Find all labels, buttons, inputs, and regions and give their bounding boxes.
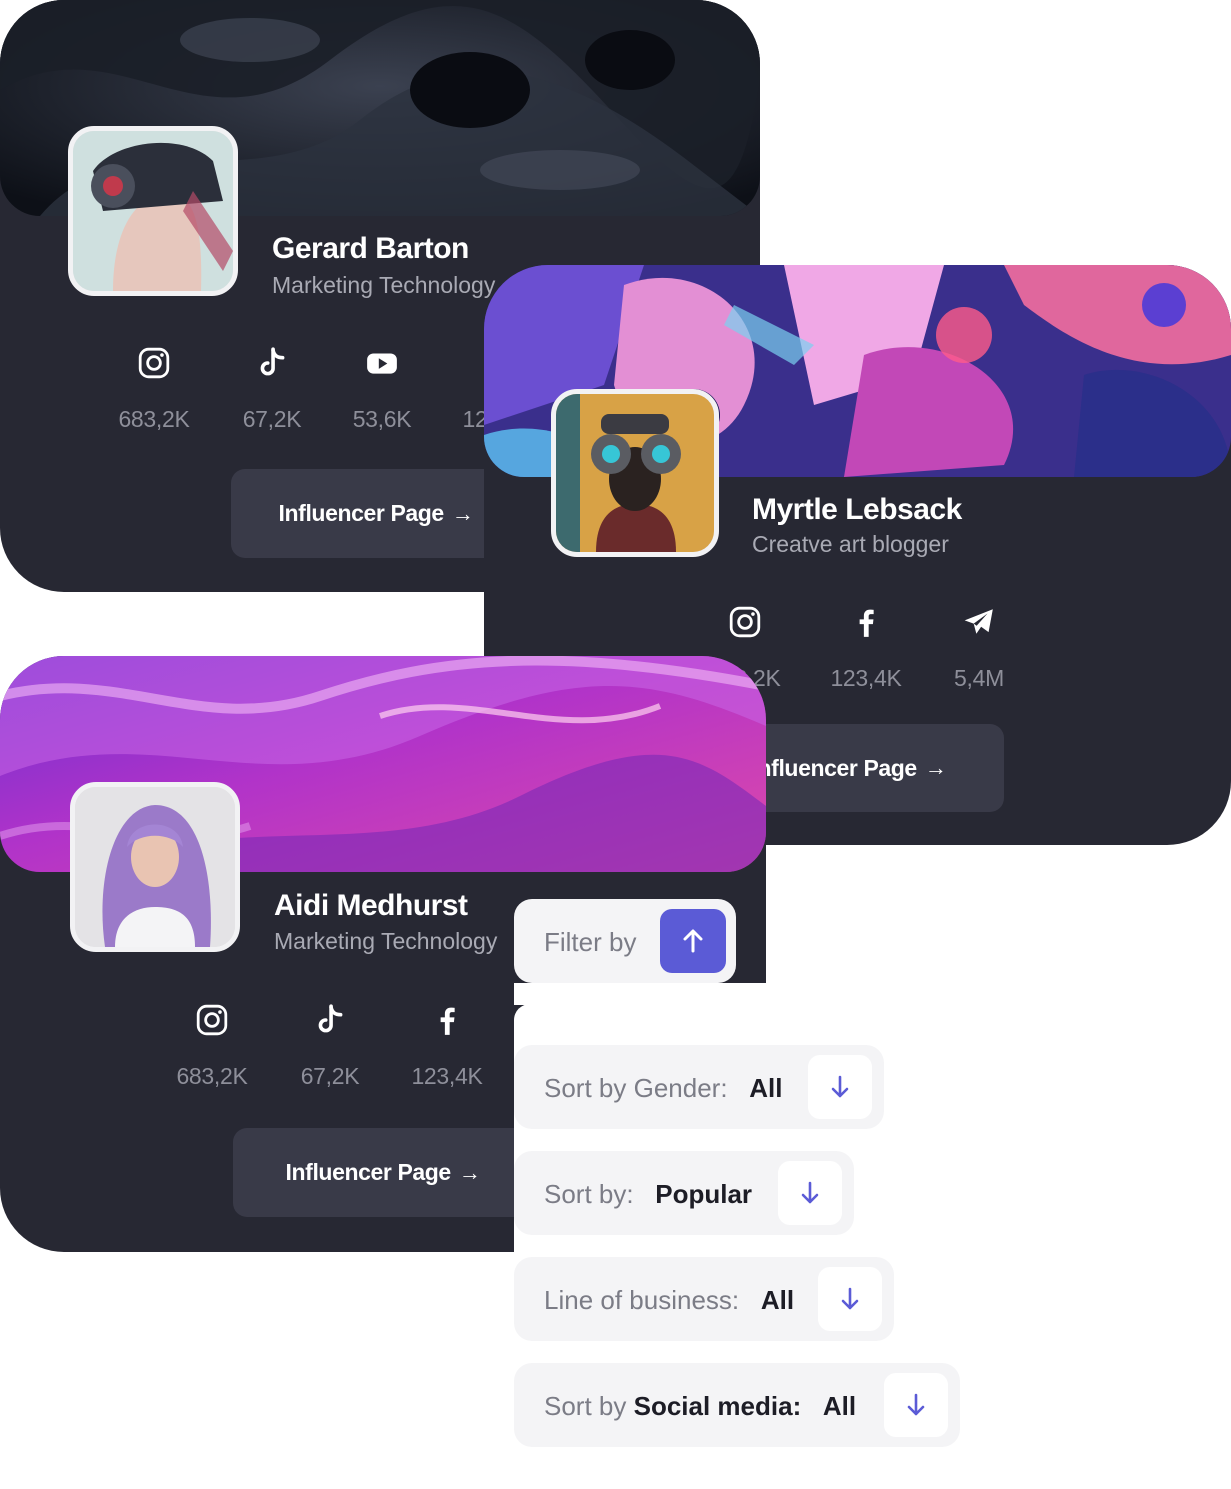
- arrow-down-icon: [801, 1181, 819, 1204]
- stat-tiktok[interactable]: 67,2K: [217, 346, 327, 433]
- stat-value: 683,2K: [176, 1063, 248, 1089]
- button-label: Influencer Page: [751, 754, 918, 781]
- influencer-role: Creatve art blogger: [752, 531, 949, 557]
- sort-social-media-select[interactable]: Sort by Social media: All: [514, 1363, 960, 1447]
- stat-value: 123,4K: [411, 1063, 483, 1089]
- filter-label: Filter by: [544, 927, 637, 957]
- arrow-up-icon: [683, 929, 703, 953]
- sort-social-media-dropdown-button[interactable]: [884, 1373, 948, 1437]
- arrow-down-icon: [841, 1287, 859, 1310]
- instagram-icon: [729, 606, 761, 638]
- stat-instagram[interactable]: 683,2K: [157, 1003, 267, 1090]
- influencer-name: Myrtle Lebsack: [752, 493, 962, 526]
- stat-value: 67,2K: [242, 406, 302, 432]
- avatar: [551, 389, 719, 557]
- stat-facebook[interactable]: 123,4K: [392, 1003, 502, 1090]
- divider: [514, 983, 774, 1005]
- telegram-icon: [964, 609, 993, 634]
- button-label: Influencer Page: [285, 1159, 452, 1185]
- arrow-right-icon: →: [924, 755, 947, 780]
- line-of-business-label: Line of business:: [544, 1285, 740, 1315]
- avatar: [68, 126, 238, 296]
- influencer-role: Marketing Technology: [274, 928, 498, 954]
- sort-gender-dropdown-button[interactable]: [808, 1055, 872, 1119]
- sort-by-value: Popular: [655, 1179, 753, 1209]
- instagram-icon: [138, 347, 170, 379]
- sort-by-dropdown-button[interactable]: [778, 1161, 842, 1225]
- line-of-business-dropdown-button[interactable]: [818, 1267, 882, 1331]
- stat-telegram[interactable]: 5,4M: [924, 605, 1034, 692]
- stat-value: 67,2K: [300, 1063, 360, 1089]
- arrow-right-icon: →: [458, 1159, 481, 1185]
- influencer-page-button[interactable]: Influencer Page →: [233, 1128, 533, 1217]
- stat-tiktok[interactable]: 67,2K: [275, 1003, 385, 1090]
- tiktok-icon: [260, 347, 285, 376]
- sort-gender-select[interactable]: Sort by Gender: All: [514, 1045, 884, 1129]
- sort-social-media-label: Sort by: [544, 1391, 627, 1421]
- sort-social-media-label-bold: Social media:: [633, 1391, 802, 1421]
- instagram-icon: [196, 1004, 228, 1036]
- stat-value: 123,4K: [830, 665, 902, 691]
- sort-gender-label: Sort by Gender:: [544, 1073, 728, 1103]
- stat-facebook[interactable]: 123,4K: [811, 605, 921, 692]
- facebook-icon: [440, 1007, 455, 1035]
- tiktok-icon: [318, 1004, 343, 1033]
- stat-value: 5,4M: [954, 665, 1004, 691]
- influencer-role: Marketing Technology: [272, 272, 496, 298]
- avatar: [70, 782, 240, 952]
- influencer-name: Gerard Barton: [272, 232, 469, 265]
- influencer-page-button[interactable]: Influencer Page →: [231, 469, 521, 558]
- stat-value: 683,2K: [118, 406, 190, 432]
- line-of-business-select[interactable]: Line of business: All: [514, 1257, 894, 1341]
- line-of-business-value: All: [760, 1285, 795, 1315]
- sort-popular-select[interactable]: Sort by: Popular: [514, 1151, 854, 1235]
- stat-instagram[interactable]: 683,2K: [99, 346, 209, 433]
- arrow-down-icon: [831, 1075, 849, 1098]
- sort-gender-value: All: [749, 1073, 783, 1103]
- arrow-down-icon: [907, 1393, 925, 1416]
- sort-social-media-value: All: [822, 1391, 857, 1421]
- filter-collapse-button[interactable]: [660, 909, 726, 973]
- facebook-icon: [859, 609, 874, 637]
- filter-toggle[interactable]: Filter by: [514, 899, 736, 983]
- button-label: Influencer Page: [278, 500, 445, 526]
- youtube-icon: [367, 353, 397, 374]
- sort-by-label: Sort by:: [544, 1179, 634, 1209]
- arrow-right-icon: →: [451, 500, 474, 526]
- influencer-name: Aidi Medhurst: [274, 889, 468, 922]
